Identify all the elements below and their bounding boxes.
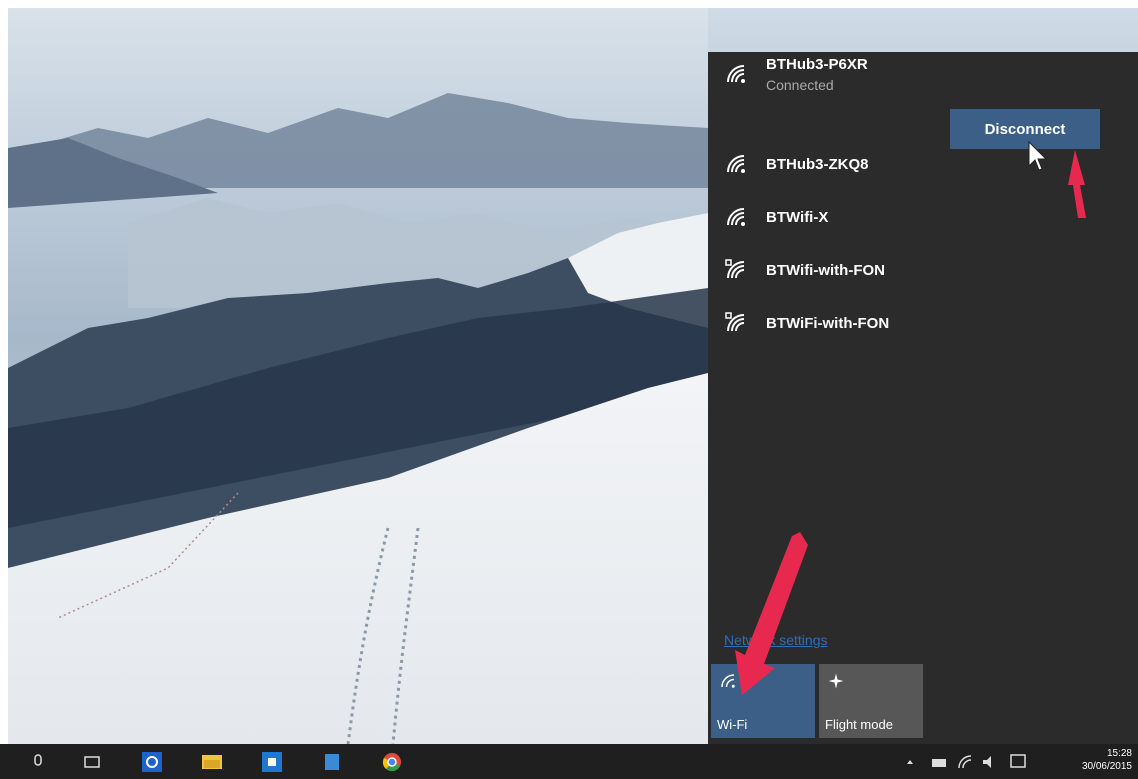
action-center-icon[interactable] [1008,752,1028,772]
wifi-icon [721,674,735,688]
wifi-tray-icon[interactable] [956,752,974,772]
network-item[interactable]: BTWifi-with-FON [724,250,885,290]
network-name: BTHub3-P6XR [766,55,868,73]
edge-browser-icon[interactable] [142,752,162,772]
network-tray-icon[interactable] [930,752,948,772]
clock-date: 30/06/2015 [1081,761,1132,772]
clock-time: 15:28 [1106,748,1132,759]
show-hidden-icons-icon[interactable] [905,752,915,772]
network-status: Connected [766,76,834,93]
volume-icon[interactable] [980,752,1000,772]
wifi-signal-icon [727,65,745,83]
flight-mode-label: Flight mode [825,717,893,732]
network-item-connected[interactable]: BTHub3-P6XR Connected [724,54,868,94]
network-name: BTWifi-X [766,208,829,226]
wifi-signal-icon [727,208,745,226]
app-icon[interactable] [322,752,342,772]
airplane-icon [828,673,844,689]
cortana-mic-icon[interactable] [28,752,48,772]
task-view-icon[interactable] [82,752,102,772]
wifi-signal-icon [727,155,745,173]
network-item[interactable]: BTWiFi-with-FON [724,303,889,343]
open-wifi-signal-icon [725,312,745,332]
network-flyout: BTHub3-P6XR Connected Disconnect BTHub3-… [708,52,1138,744]
network-item[interactable]: BTWifi-X [724,197,828,237]
taskbar: 15:28 30/06/2015 [0,744,1138,779]
mountain-wallpaper [8,8,708,744]
network-name: BTWiFi-with-FON [766,314,890,332]
store-icon[interactable] [262,752,282,772]
wifi-quick-action[interactable]: Wi-Fi [711,664,815,738]
file-explorer-icon[interactable] [202,752,222,772]
network-item[interactable]: BTHub3-ZKQ8 [724,144,869,184]
network-name: BTWifi-with-FON [766,261,885,279]
network-name: BTHub3-ZKQ8 [766,155,869,173]
wifi-label: Wi-Fi [717,717,748,732]
taskbar-clock[interactable]: 15:28 30/06/2015 [1066,747,1132,773]
flight-mode-quick-action[interactable]: Flight mode [819,664,923,738]
network-settings-link[interactable]: Network settings [724,632,827,648]
disconnect-button[interactable]: Disconnect [950,109,1100,149]
chrome-icon[interactable] [382,752,402,772]
open-wifi-signal-icon [725,259,745,279]
